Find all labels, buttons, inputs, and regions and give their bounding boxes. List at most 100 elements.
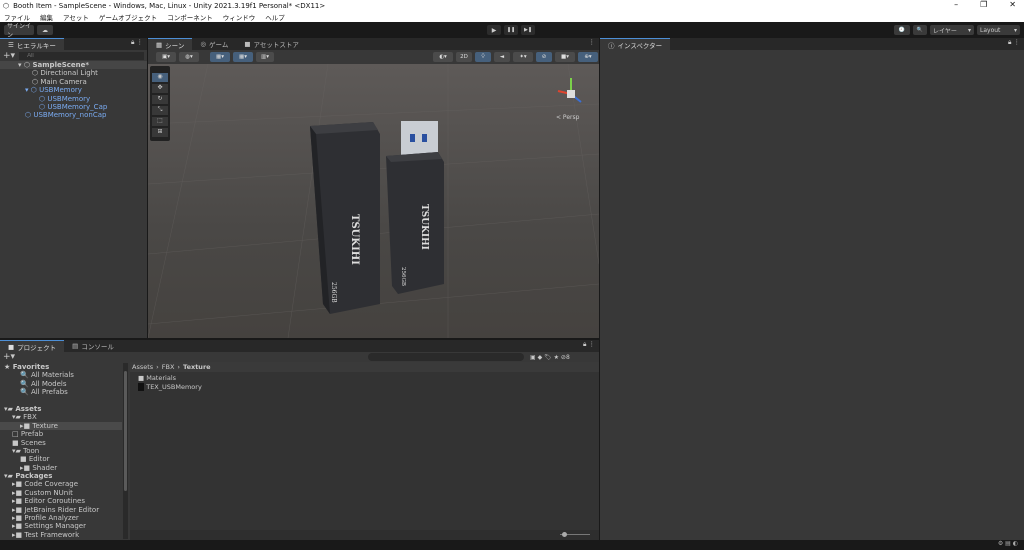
project-tree-item[interactable]: ▸■ Settings Manager xyxy=(0,522,122,530)
project-tree-item[interactable]: ▸■ Editor Coroutines xyxy=(0,497,122,505)
minimize-button[interactable]: – xyxy=(954,0,958,9)
shading-dropdown[interactable]: ◐▾ xyxy=(433,52,453,62)
project-tree-item[interactable]: ▸■ Texture xyxy=(0,421,122,431)
menu-component[interactable]: コンポーネント xyxy=(167,12,213,22)
hierarchy-item[interactable]: ▾ ⬡ USBMemory xyxy=(0,86,147,94)
lock-icon[interactable]: 🔒︎ ⋮ xyxy=(583,340,599,352)
tree-scrollbar[interactable] xyxy=(123,363,128,539)
hierarchy-item[interactable]: ⬡ USBMemory xyxy=(0,95,147,103)
project-panel: ■ プロジェクト ▤ コンソール 🔒︎ ⋮ +▾ ▣ ◆ 🏷︎ ★ ⊘8 ★ Fav… xyxy=(0,340,599,540)
hierarchy-item[interactable]: ⬡ Directional Light xyxy=(0,69,147,77)
gizmos-dropdown[interactable]: ⊕▾ xyxy=(578,52,598,62)
play-button[interactable]: ▶ xyxy=(487,25,501,35)
project-tree-item[interactable]: ▸■ Code Coverage xyxy=(0,480,122,488)
more-icon[interactable]: ⋮ xyxy=(589,38,600,50)
project-tree-item[interactable]: ■ Scenes xyxy=(0,439,122,447)
project-tree-item[interactable]: ▾▰ Assets xyxy=(0,405,122,413)
rotate-tool-icon[interactable]: ↻ xyxy=(152,95,168,104)
project-tree-item[interactable]: ▾▰ Toon xyxy=(0,447,122,455)
tab-label: インスペクター xyxy=(617,41,663,50)
add-button[interactable]: +▾ xyxy=(3,51,15,61)
pause-button[interactable]: ❚❚ xyxy=(504,25,518,35)
folder-icon: 🔍 xyxy=(20,388,31,397)
tab-hierarchy[interactable]: ☰ ヒエラルキー xyxy=(0,38,64,50)
project-tree-item[interactable]: ▾▰ Packages xyxy=(0,472,122,480)
move-tool-icon[interactable]: ✥ xyxy=(152,84,168,93)
audio-icon[interactable]: ◄ xyxy=(494,52,510,62)
view-tool-icon[interactable]: ◉ xyxy=(152,73,168,82)
tab-scene[interactable]: ▦ シーン xyxy=(148,38,193,50)
close-button[interactable]: ✕ xyxy=(1009,0,1016,9)
project-search-input[interactable] xyxy=(368,353,524,361)
toggle-2d-button[interactable]: 2D xyxy=(456,52,472,62)
history-icon[interactable]: 🕘 xyxy=(894,25,910,35)
folder-icon: ▸■ xyxy=(12,514,25,523)
persp-label[interactable]: < Persp xyxy=(556,114,580,121)
hierarchy-search-input[interactable] xyxy=(19,51,144,60)
signin-button[interactable]: サインイン xyxy=(4,23,34,39)
project-tree-item[interactable]: ■ Editor xyxy=(0,455,122,463)
global-dropdown[interactable]: ◍▾ xyxy=(179,52,199,62)
project-tree-item[interactable]: 🔍 All Prefabs xyxy=(0,388,122,396)
project-tree-item[interactable]: ▾▰ FBX xyxy=(0,413,122,421)
search-icon[interactable]: 🔍 xyxy=(913,25,927,35)
menu-gameobject[interactable]: ゲームオブジェクト xyxy=(99,12,157,22)
menu-window[interactable]: ウィンドウ xyxy=(223,12,256,22)
filter-icons[interactable]: ▣ ◆ 🏷︎ ★ ⊘8 xyxy=(530,354,570,361)
scale-tool-icon[interactable]: ⤡ xyxy=(152,106,168,115)
breadcrumb-texture[interactable]: Texture xyxy=(183,363,211,371)
file-item-tex-usbmemory[interactable]: ■ TEX_USBMemory xyxy=(138,382,591,392)
project-tree-item[interactable]: ▸■ JetBrains Rider Editor xyxy=(0,506,122,514)
tab-project[interactable]: ■ プロジェクト xyxy=(0,340,65,352)
snap-dropdown[interactable]: ▦▾ xyxy=(233,52,253,62)
tab-inspector[interactable]: ⓘ インスペクター xyxy=(600,38,671,50)
project-tree-item[interactable]: ▸■ Shader xyxy=(0,464,122,472)
maximize-button[interactable]: ❐ xyxy=(980,0,987,9)
tree-item-label: Editor xyxy=(28,455,50,464)
scene-viewport[interactable]: TSUKIHI 256GB TSUKIHI 256GB < Persp ◉ ✥ … xyxy=(147,63,600,339)
usb-memory-capped[interactable]: TSUKIHI 256GB xyxy=(310,122,380,314)
increment-dropdown[interactable]: ▥▾ xyxy=(256,52,274,62)
layers-dropdown[interactable]: レイヤー ▾ xyxy=(930,25,974,35)
step-button[interactable]: ▶❚ xyxy=(521,25,535,35)
lock-icon[interactable]: 🔒︎ ⋮ xyxy=(131,38,147,50)
status-icons[interactable]: ⚙ ▤ ◐ xyxy=(998,540,1018,547)
breadcrumb-fbx[interactable]: FBX xyxy=(162,363,175,371)
hierarchy-item[interactable]: ⬡ USBMemory_Cap xyxy=(0,103,147,111)
project-tree-item[interactable]: 🔍 All Models xyxy=(0,380,122,388)
layout-dropdown[interactable]: Layout ▾ xyxy=(977,25,1020,35)
hierarchy-item[interactable]: ⬡ Main Camera xyxy=(0,78,147,86)
menu-edit[interactable]: 編集 xyxy=(40,12,53,22)
slider-handle[interactable] xyxy=(562,532,567,537)
cloud-icon[interactable]: ☁ xyxy=(37,25,53,35)
hidden-objects-icon[interactable]: ⊘ xyxy=(536,52,552,62)
effects-dropdown[interactable]: ✦▾ xyxy=(513,52,533,62)
project-tree-item[interactable]: 🔍 All Materials xyxy=(0,371,122,379)
menu-assets[interactable]: アセット xyxy=(63,12,89,22)
lock-icon[interactable]: 🔒︎ ⋮ xyxy=(1008,38,1024,50)
hierarchy-item[interactable]: ▾ ⬡ SampleScene* xyxy=(0,61,147,70)
menu-help[interactable]: ヘルプ xyxy=(265,12,285,22)
camera-dropdown[interactable]: ■▾ xyxy=(555,52,575,62)
project-tree-item[interactable]: ▸■ Test Framework xyxy=(0,531,122,538)
file-item-materials[interactable]: ■ Materials xyxy=(138,374,591,383)
breadcrumb-assets[interactable]: Assets xyxy=(132,363,153,371)
hierarchy-item[interactable]: ⬡ USBMemory_nonCap xyxy=(0,111,147,119)
project-tree-item[interactable]: ▸■ Profile Analyzer xyxy=(0,514,122,522)
tree-item-label: Test Framework xyxy=(24,530,80,538)
grid-snap-dropdown[interactable]: ▦▾ xyxy=(210,52,230,62)
project-tree-item[interactable] xyxy=(0,397,122,405)
rect-tool-icon[interactable]: ⬚ xyxy=(152,117,168,126)
tab-asset-store[interactable]: ■ アセットストア xyxy=(236,38,307,50)
project-tree-item[interactable]: ▸■ Custom NUnit xyxy=(0,489,122,497)
project-tree-item[interactable]: □ Prefab xyxy=(0,430,122,438)
tab-game[interactable]: ◎ ゲーム xyxy=(192,38,236,50)
lighting-icon[interactable]: 💡︎ xyxy=(475,52,491,62)
tab-console[interactable]: ▤ コンソール xyxy=(64,340,122,352)
draw-mode-dropdown[interactable]: ▣▾ xyxy=(156,52,176,62)
usb-memory-nocap[interactable]: TSUKIHI 256GB xyxy=(386,121,444,294)
add-button[interactable]: +▾ xyxy=(3,352,15,362)
menu-file[interactable]: ファイル xyxy=(4,12,30,22)
orientation-gizmo[interactable] xyxy=(557,78,582,103)
transform-tool-icon[interactable]: ⊞ xyxy=(152,128,168,137)
